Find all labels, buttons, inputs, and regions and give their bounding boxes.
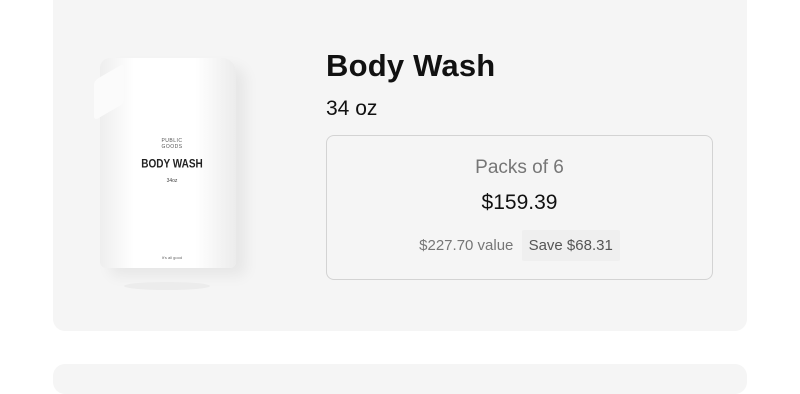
pack-value-row: $227.70 value Save $68.31 [327,230,712,261]
pack-option-card[interactable]: Packs of 6 $159.39 $227.70 value Save $6… [326,135,713,280]
pouch-size-label: 34oz [166,178,178,184]
pouch-shadow [124,282,210,290]
pouch-product-name: BODY WASH [141,157,203,172]
pack-value: $227.70 value [419,237,514,254]
pack-label: Packs of 6 [475,157,564,178]
product-title: Body Wash [326,48,496,83]
savings-badge: Save $68.31 [521,230,620,261]
product-size: 34 oz [326,97,378,120]
pouch-tagline: It's all good [161,255,183,260]
product-image: PUBLIC GOODS BODY WASH 34oz It's all goo… [94,58,294,298]
next-product-card [53,364,747,394]
pouch-brand-label: PUBLIC GOODS [142,138,202,150]
pack-price: $159.39 [481,191,558,214]
pouch-brand-line2: GOODS [161,144,183,150]
